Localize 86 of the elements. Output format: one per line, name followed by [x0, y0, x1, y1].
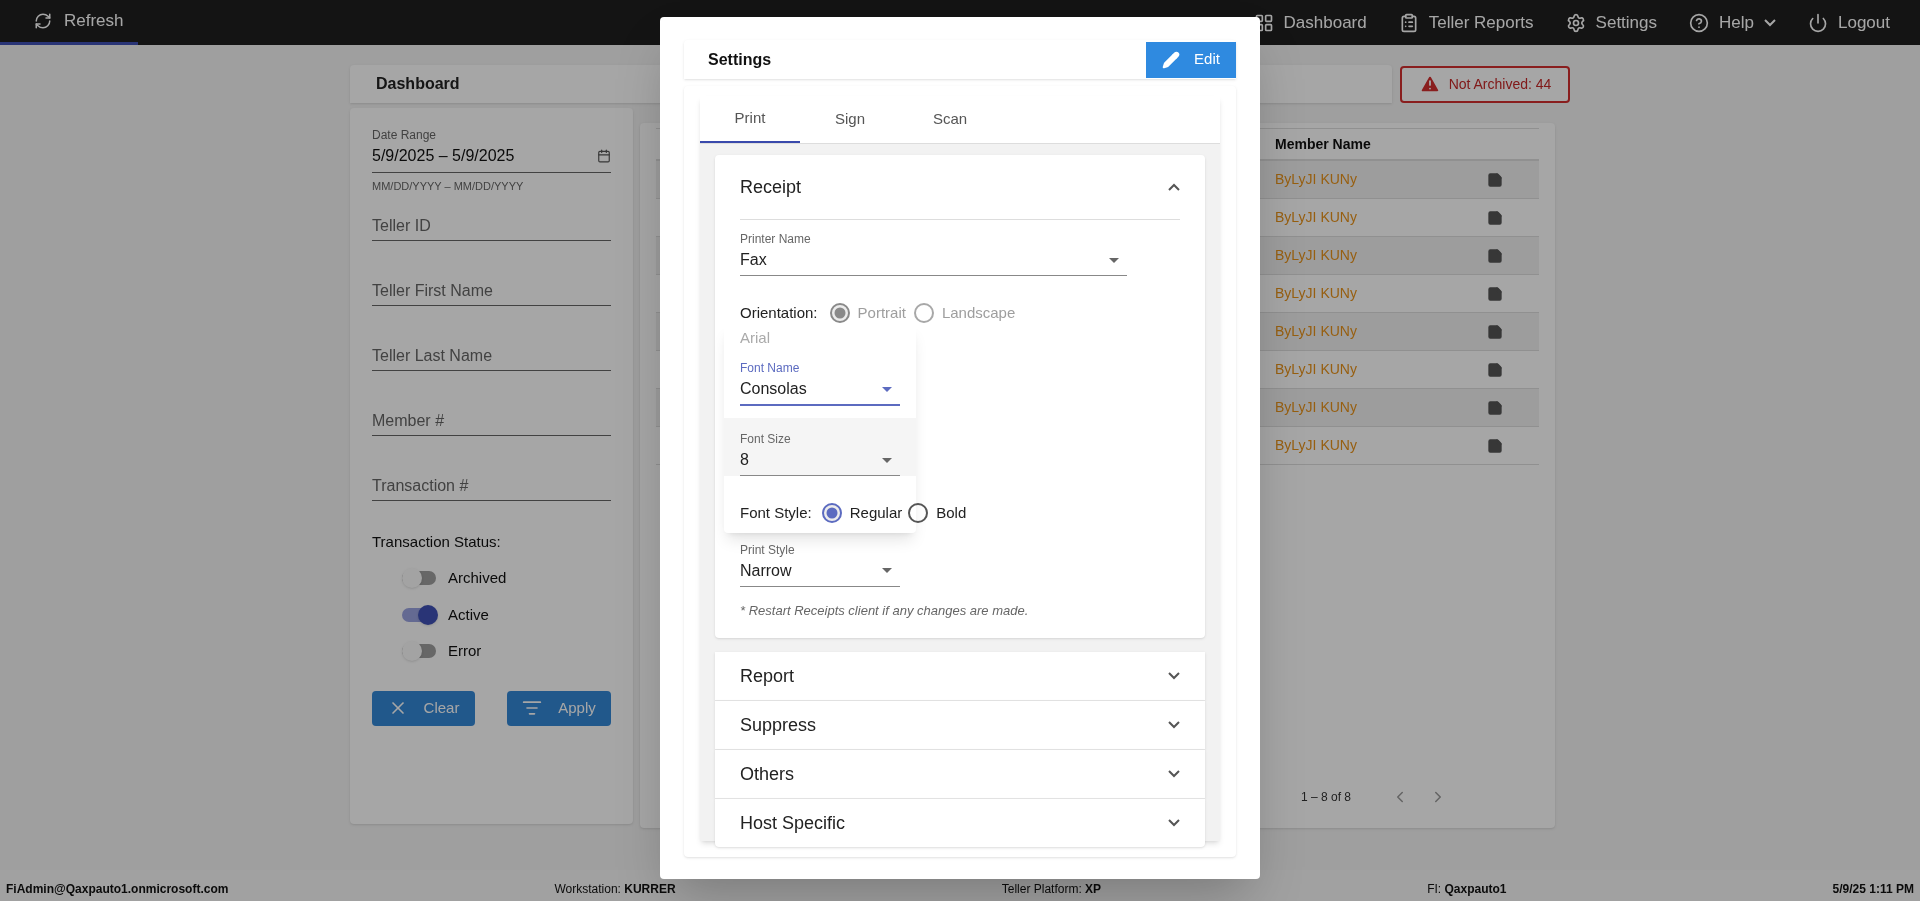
toggle-switch[interactable] [402, 641, 438, 662]
refresh-icon [34, 12, 52, 30]
help-icon [1689, 12, 1710, 33]
accordion-header[interactable]: Suppress [740, 701, 1180, 749]
chevron-down-icon [1168, 721, 1180, 729]
text-field[interactable]: Teller Last Name [372, 342, 611, 371]
select-field[interactable]: 8 [740, 448, 900, 476]
status-text: FiAdmin@Qaxpauto1.onmicrosoft.com [6, 881, 229, 898]
select-field[interactable]: Narrow [740, 558, 900, 587]
radio-option[interactable]: Bold [908, 502, 967, 525]
chevron-up-icon [1168, 183, 1180, 191]
radio-icon [908, 503, 929, 524]
member-name-cell-text: ByLyJI KUNy [1275, 284, 1358, 303]
note-icon[interactable] [1487, 171, 1503, 188]
chevron-down-icon [1168, 819, 1180, 827]
toggle-switch[interactable] [402, 568, 438, 589]
toggle-switch[interactable] [402, 604, 438, 625]
status-text: Workstation: KURRER [554, 881, 676, 898]
nav-link[interactable]: Logout [1808, 9, 1890, 36]
status-label: Transaction Status: [372, 531, 502, 552]
date-range-field[interactable]: 5/9/2025 – 5/9/2025 [372, 144, 611, 173]
text-field[interactable]: Teller First Name [372, 277, 611, 306]
nav-link[interactable]: Teller Reports [1398, 9, 1534, 36]
member-name-cell-text: ByLyJI KUNy [1275, 322, 1358, 341]
radio-icon [821, 503, 842, 524]
member-name-cell-text: ByLyJI KUNy [1275, 170, 1358, 189]
member-name-cell-text: ByLyJI KUNy [1275, 436, 1358, 455]
field-label: Font Size [740, 431, 792, 448]
status-text: 5/9/25 1:11 PM [1832, 881, 1914, 898]
not-archived-alert[interactable]: Not Archived: 44 [1400, 65, 1570, 103]
pagination-range: 1 – 8 of 8 [1300, 789, 1351, 806]
text-field[interactable]: Teller ID [372, 212, 611, 241]
font-style-label: Font Style: [740, 503, 812, 523]
field-label: Printer Name [740, 231, 812, 248]
warning-icon [1418, 73, 1441, 95]
pencil-icon [1162, 50, 1181, 69]
status-text: FI: Qaxpauto1 [1427, 881, 1507, 898]
toggle-label: Archived [448, 568, 507, 588]
text-field[interactable]: Transaction # [372, 472, 611, 501]
note-icon[interactable] [1487, 399, 1503, 416]
radio-icon [829, 303, 850, 324]
note-icon[interactable] [1487, 437, 1503, 454]
orientation-label: Orientation: [740, 303, 818, 323]
member-name-cell-text: ByLyJI KUNy [1275, 208, 1358, 227]
member-name-cell-text: ByLyJI KUNy [1275, 398, 1358, 417]
select-field[interactable]: Consolas [740, 377, 900, 406]
accordion-header[interactable]: Receipt [740, 155, 1180, 220]
nav-link[interactable]: Settings [1565, 9, 1658, 36]
note-icon[interactable] [1487, 285, 1503, 302]
toggle-label: Active [448, 604, 489, 625]
accordion-header[interactable]: Others [740, 750, 1180, 798]
dropdown-caret-icon [882, 568, 892, 573]
dropdown-caret-icon [1109, 257, 1119, 263]
settings-icon [1565, 12, 1586, 33]
text-field[interactable]: Member # [372, 407, 611, 436]
member-name-cell-text: ByLyJI KUNy [1275, 360, 1358, 379]
radio-icon [913, 303, 934, 324]
power-icon [1808, 12, 1828, 33]
dropdown-caret-icon [882, 457, 892, 463]
field-label: Print Style [740, 541, 796, 559]
member-name-cell-text: ByLyJI KUNy [1275, 246, 1358, 265]
select-field[interactable]: Fax [740, 248, 1127, 276]
tab[interactable]: Print [700, 96, 800, 143]
nav-link[interactable]: Help [1689, 9, 1776, 36]
accordion-header[interactable]: Report [740, 652, 1180, 700]
field-label: Date Range [372, 127, 438, 144]
dropdown-caret-icon [882, 386, 892, 392]
status-text: Teller Platform: XP [1001, 881, 1102, 898]
field-label: Font Name [740, 360, 801, 377]
edit-button[interactable]: Edit [1146, 41, 1236, 78]
note-icon[interactable] [1487, 247, 1503, 264]
column-header: Member Name [1275, 134, 1371, 154]
filter-icon [522, 698, 543, 718]
note-icon[interactable] [1487, 323, 1503, 340]
chevron-down-icon [1764, 18, 1776, 27]
note-icon[interactable] [1487, 361, 1503, 378]
chevron-down-icon [1168, 770, 1180, 778]
chevron-down-icon [1168, 672, 1180, 680]
radio-option[interactable]: Regular [821, 502, 903, 525]
calendar-icon [597, 149, 611, 163]
accordion-header[interactable]: Host Specific [740, 799, 1180, 847]
refresh-button[interactable]: Refresh [0, 0, 138, 45]
note-icon[interactable] [1487, 209, 1503, 226]
restart-note: * Restart Receipts client if any changes are made. [740, 601, 1030, 620]
toggle-label: Error [448, 641, 482, 661]
field-hint: MM/DD/YYYY – MM/DD/YYYY [372, 179, 525, 194]
